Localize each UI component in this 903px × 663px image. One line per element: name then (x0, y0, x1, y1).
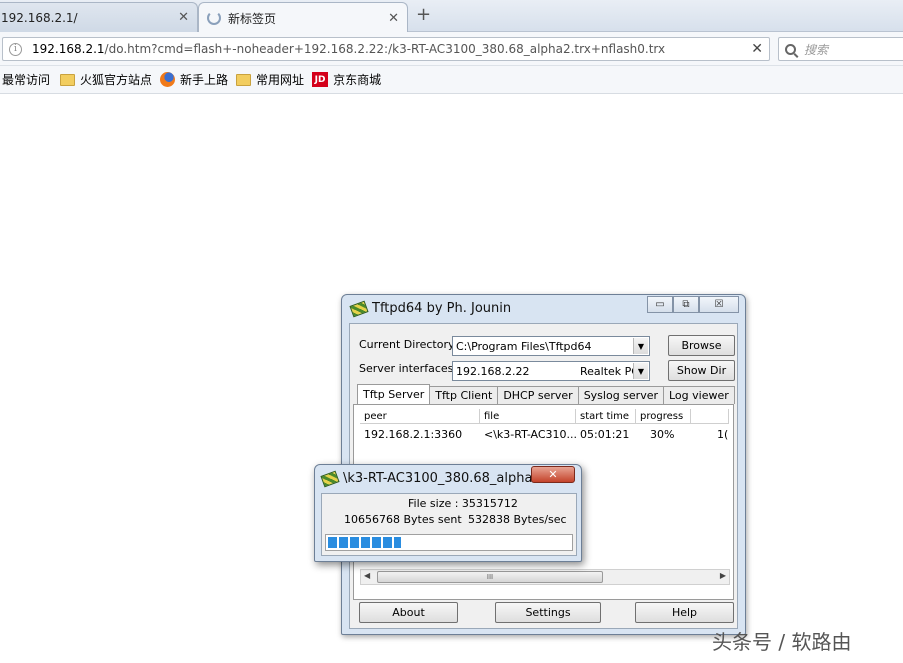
tab-new-tab[interactable]: 新标签页 ✕ (198, 2, 408, 33)
tab-tftp-client[interactable]: Tftp Client (429, 386, 499, 404)
url-path: /do.htm?cmd=flash+-noheader+192.168.2.22… (104, 42, 666, 56)
popup-title: \k3-RT-AC3100_380.68_alpha... (343, 470, 545, 486)
transfer-table-header: peer file start time progress (360, 409, 729, 424)
search-icon (785, 43, 796, 55)
site-info-icon[interactable]: i (9, 42, 22, 56)
bookmark-common-sites[interactable]: 常用网址 (236, 71, 304, 88)
clear-url-icon[interactable]: ✕ (751, 41, 763, 57)
chevron-down-icon[interactable]: ▼ (633, 338, 648, 354)
popup-content: File size : 35315712 10656768 Bytes sent… (321, 493, 577, 556)
cell-peer: 192.168.2.1:3360 (364, 428, 463, 441)
table-row[interactable]: 192.168.2.1:3360 <\k3-RT-AC310... 05:01:… (360, 427, 729, 442)
bookmark-label: 京东商城 (333, 73, 382, 87)
transfer-progress-window: \k3-RT-AC3100_380.68_alpha... ✕ File siz… (314, 464, 582, 562)
settings-button[interactable]: Settings (495, 602, 601, 623)
tftpd-app-icon (321, 470, 337, 486)
close-button[interactable]: ☒ (699, 296, 739, 313)
tab-label: 192.168.2.1/ (1, 10, 78, 25)
column-header-progress[interactable]: progress (636, 409, 691, 424)
progress-fill (328, 537, 401, 548)
bookmark-label: 常用网址 (256, 73, 305, 87)
bookmark-label: 火狐官方站点 (80, 73, 153, 87)
bookmarks-toolbar: 最常访问 火狐官方站点 新手上路 常用网址 JD 京东商城 (0, 66, 903, 94)
cell-extra: 1( (717, 428, 729, 441)
browse-button[interactable]: Browse (668, 335, 735, 356)
tab-tftp-server[interactable]: Tftp Server (357, 384, 431, 404)
bookmark-firefox-official[interactable]: 火狐官方站点 (60, 71, 152, 88)
help-button[interactable]: Help (635, 602, 734, 623)
restore-button[interactable]: ⧉ (673, 296, 699, 313)
tab-syslog-server[interactable]: Syslog server (577, 386, 664, 404)
search-input[interactable]: 搜索 (778, 37, 903, 61)
scroll-right-icon[interactable]: ▶ (720, 571, 726, 580)
transfer-rate-text: 532838 Bytes/sec (468, 513, 567, 526)
firefox-icon (160, 72, 176, 87)
cell-start-time: 05:01:21 (580, 428, 630, 441)
bookmark-jd[interactable]: JD 京东商城 (312, 71, 381, 88)
folder-icon (236, 73, 252, 86)
column-header-start-time[interactable]: start time (576, 409, 636, 424)
bytes-sent-text: 10656768 Bytes sent (344, 513, 462, 526)
tab-strip: 192.168.2.1/ ✕ 新标签页 ✕ + (0, 0, 903, 33)
server-interfaces-label: Server interfaces (359, 362, 454, 375)
bookmark-label: 新手上路 (180, 73, 229, 87)
tab-label: 新标签页 (228, 11, 277, 26)
current-directory-value: C:\Program Files\Tftpd64 (456, 339, 592, 353)
watermark-text: 头条号 / 软路由 (712, 630, 852, 654)
bookmark-most-visited[interactable]: 最常访问 (2, 71, 50, 88)
tftpd-app-icon (350, 300, 366, 316)
window-title-bar[interactable]: Tftpd64 by Ph. Jounin (350, 300, 511, 316)
tab-log-viewer[interactable]: Log viewer (663, 386, 735, 404)
scrollbar-thumb[interactable]: III (377, 571, 603, 583)
folder-icon (60, 73, 76, 86)
window-title: Tftpd64 by Ph. Jounin (372, 300, 512, 316)
current-directory-label: Current Directory (359, 338, 455, 351)
show-dir-button[interactable]: Show Dir (668, 360, 735, 381)
server-ip-value: 192.168.2.22 (456, 364, 530, 378)
tftpd-tab-bar: Tftp Server Tftp Client DHCP server Sysl… (357, 384, 735, 404)
jd-icon: JD (312, 72, 329, 87)
cell-progress: 30% (650, 428, 675, 441)
column-header-file[interactable]: file (480, 409, 576, 424)
column-header-peer[interactable]: peer (360, 409, 480, 424)
navigation-bar: i 192.168.2.1/do.htm?cmd=flash+-noheader… (0, 32, 903, 66)
about-button[interactable]: About (359, 602, 458, 623)
bookmark-getting-started[interactable]: 新手上路 (160, 71, 228, 88)
server-interface-select[interactable]: 192.168.2.22 Realtek PC ▼ (452, 361, 650, 381)
search-placeholder: 搜索 (804, 42, 829, 57)
server-adapter-value: Realtek PC (580, 364, 639, 378)
url-host: 192.168.2.1 (32, 42, 105, 56)
tab-router[interactable]: 192.168.2.1/ ✕ (0, 2, 198, 32)
address-bar[interactable]: i 192.168.2.1/do.htm?cmd=flash+-noheader… (2, 37, 770, 61)
tab-close-icon[interactable]: ✕ (178, 10, 189, 25)
loading-spinner-icon (207, 11, 221, 25)
file-size-text: File size : 35315712 (408, 497, 518, 510)
popup-close-button[interactable]: ✕ (531, 466, 575, 483)
cell-file: <\k3-RT-AC310... (484, 428, 576, 441)
window-controls: ▭ ⧉ ☒ (647, 296, 739, 313)
minimize-button[interactable]: ▭ (647, 296, 673, 313)
popup-title-bar[interactable]: \k3-RT-AC3100_380.68_alpha... (321, 470, 545, 486)
horizontal-scrollbar[interactable]: ◀ III ▶ (360, 569, 730, 585)
scroll-left-icon[interactable]: ◀ (364, 571, 370, 580)
transfer-progress-bar (325, 534, 573, 551)
tab-close-icon[interactable]: ✕ (388, 11, 399, 26)
bookmark-label: 最常访问 (2, 73, 51, 87)
column-header-extra[interactable] (691, 409, 729, 424)
new-tab-button[interactable]: + (416, 6, 431, 24)
url-text[interactable]: 192.168.2.1/do.htm?cmd=flash+-noheader+1… (32, 42, 745, 56)
tab-dhcp-server[interactable]: DHCP server (497, 386, 579, 404)
chevron-down-icon[interactable]: ▼ (633, 363, 648, 379)
current-directory-select[interactable]: C:\Program Files\Tftpd64 ▼ (452, 336, 650, 356)
